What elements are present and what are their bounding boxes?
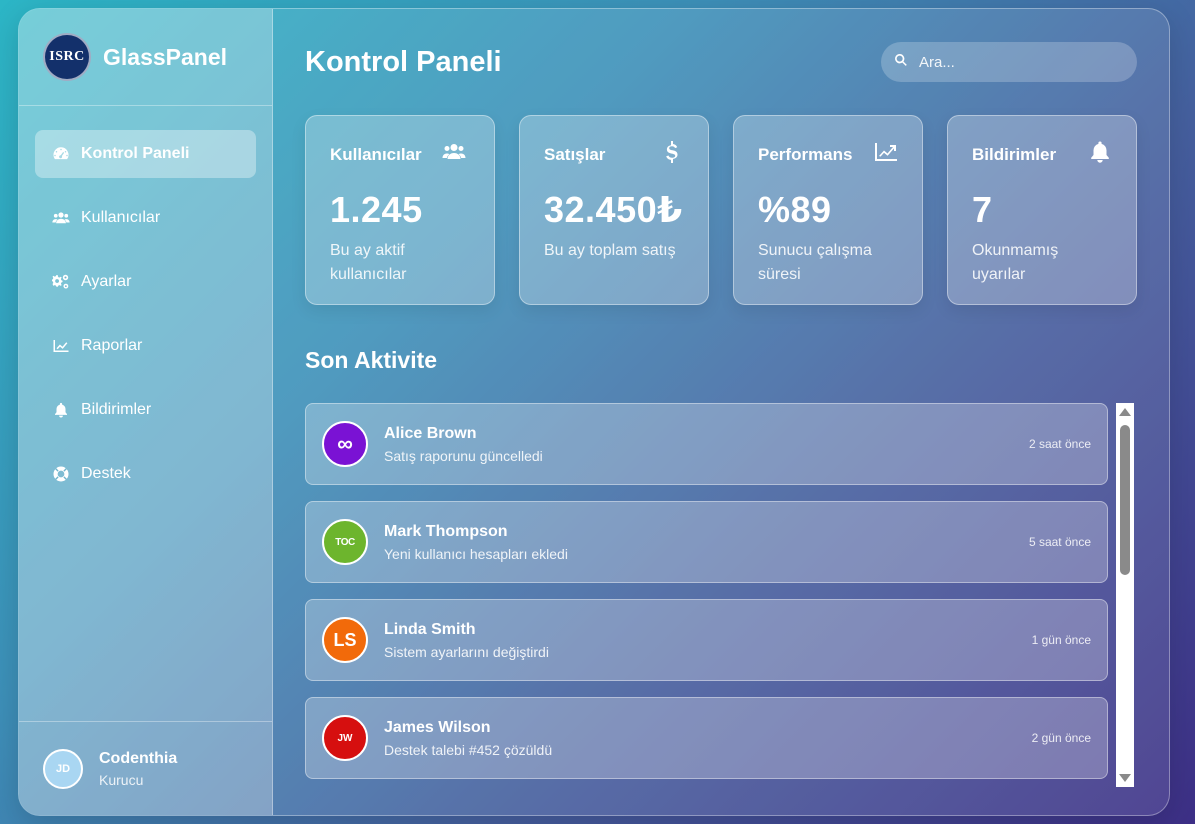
brand-name: GlassPanel [103,43,228,70]
activity-time: 2 saat önce [1028,437,1091,451]
brand-logo: ISRC [43,33,91,81]
search-box[interactable] [881,42,1137,82]
sidebar-nav: Kontrol Paneli Kullanıcılar Ayarlar Rapo… [19,106,272,498]
activity-description: Sistem ayarlarını değiştirdi [384,643,549,660]
avatar: LS [322,617,368,663]
user-meta: Codenthia Kurucu [99,750,177,788]
sidebar-item-raporlar[interactable]: Raporlar [35,322,256,370]
list-item[interactable]: ∞ Alice Brown Satış raporunu güncelledi … [305,403,1108,485]
card-title: Performans [758,144,853,164]
activity-panel: ∞ Alice Brown Satış raporunu güncelledi … [305,403,1137,787]
card-value: %89 [758,189,832,230]
sidebar-item-destek[interactable]: Destek [35,450,256,498]
gauge-icon [51,144,71,164]
card-value: 7 [972,189,993,230]
stat-card-performance: Performans %89 Sunucu çalışma süresi [733,115,923,305]
activity-user-name: Alice Brown [384,424,477,442]
user-profile[interactable]: JD Codenthia Kurucu [19,721,272,815]
activity-time: 1 gün önce [1031,633,1091,647]
activity-text: James Wilson Destek talebi #452 çözüldü [384,719,1032,758]
activity-description: Yeni kullanıcı hesapları ekledi [384,545,568,562]
card-header: Bildirimler [972,140,1112,169]
chart-line-icon [51,336,71,356]
main-content: Kontrol Paneli Kullanıcılar 1.245 Bu ay … [273,9,1169,815]
avatar: ∞ [322,421,368,467]
card-subtitle: Bu ay aktif kullanıcılar [330,242,407,283]
activity-user-name: James Wilson [384,718,491,736]
sidebar-item-ayarlar[interactable]: Ayarlar [35,258,256,306]
list-item[interactable]: LS Linda Smith Sistem ayarlarını değişti… [305,599,1108,681]
list-item[interactable]: TOC Mark Thompson Yeni kullanıcı hesapla… [305,501,1108,583]
sidebar-item-kullanicilar[interactable]: Kullanıcılar [35,194,256,242]
stat-card-users: Kullanıcılar 1.245 Bu ay aktif kullanıcı… [305,115,495,305]
lifebuoy-icon [51,464,71,484]
stats-cards: Kullanıcılar 1.245 Bu ay aktif kullanıcı… [305,115,1137,305]
card-value: 1.245 [330,189,423,230]
avatar: JD [43,748,83,789]
sidebar-item-label: Bildirimler [81,401,152,418]
user-name: Codenthia [99,749,178,767]
card-header: Satışlar [544,140,684,169]
activity-description: Destek talebi #452 çözüldü [384,741,553,758]
card-header: Kullanıcılar [330,140,470,169]
card-subtitle: Bu ay toplam satış [544,242,676,259]
search-input[interactable] [919,53,1109,71]
list-item[interactable]: JW James Wilson Destek talebi #452 çözül… [305,697,1108,779]
sidebar-item-kontrol-paneli[interactable]: Kontrol Paneli [35,130,256,178]
sidebar-item-label: Kontrol Paneli [81,145,190,162]
scroll-up-arrow-icon[interactable] [1119,408,1131,416]
dollar-icon [660,140,684,169]
card-value: 32.450₺ [544,189,683,230]
search-icon [893,52,909,73]
sidebar-item-label: Raporlar [81,337,143,354]
scroll-down-arrow-icon[interactable] [1119,774,1131,782]
sidebar-item-bildirimler[interactable]: Bildirimler [35,386,256,434]
sidebar-item-label: Destek [81,465,131,482]
topbar: Kontrol Paneli [305,9,1137,115]
activity-user-name: Linda Smith [384,620,476,638]
user-role: Kurucu [99,771,144,788]
card-title: Bildirimler [972,144,1057,164]
activity-description: Satış raporunu güncelledi [384,447,543,464]
users-icon [51,208,71,228]
activity-text: Linda Smith Sistem ayarlarını değiştirdi [384,621,1032,660]
page-title: Kontrol Paneli [305,45,502,78]
section-title: Son Aktivite [305,347,438,373]
brand: ISRC GlassPanel [19,9,272,106]
scrollbar-thumb[interactable] [1120,425,1130,575]
sidebar-item-label: Ayarlar [81,273,132,290]
stat-card-sales: Satışlar 32.450₺ Bu ay toplam satış [519,115,709,305]
card-subtitle: Okunmamış uyarılar [972,242,1059,283]
app-window: ISRC GlassPanel Kontrol Paneli Kullanıcı… [18,8,1170,816]
card-title: Kullanıcılar [330,144,422,164]
activity-list: ∞ Alice Brown Satış raporunu güncelledi … [305,403,1108,779]
card-title: Satışlar [544,144,606,164]
activity-time: 5 saat önce [1028,535,1091,549]
sidebar: ISRC GlassPanel Kontrol Paneli Kullanıcı… [19,9,273,815]
avatar: JW [322,715,368,761]
card-subtitle: Sunucu çalışma süresi [758,242,872,283]
scrollbar[interactable] [1116,403,1134,787]
users-icon [438,140,470,169]
activity-text: Alice Brown Satış raporunu güncelledi [384,425,1029,464]
stat-card-notifications: Bildirimler 7 Okunmamış uyarılar [947,115,1137,305]
bell-icon [1088,140,1112,169]
card-header: Performans [758,140,898,169]
activity-user-name: Mark Thompson [384,522,508,540]
gears-icon [51,272,71,292]
activity-time: 2 gün önce [1031,731,1091,745]
avatar: TOC [322,519,368,565]
sidebar-item-label: Kullanıcılar [81,209,161,226]
bell-icon [51,400,71,420]
chart-line-icon [874,140,898,169]
activity-text: Mark Thompson Yeni kullanıcı hesapları e… [384,523,1029,562]
